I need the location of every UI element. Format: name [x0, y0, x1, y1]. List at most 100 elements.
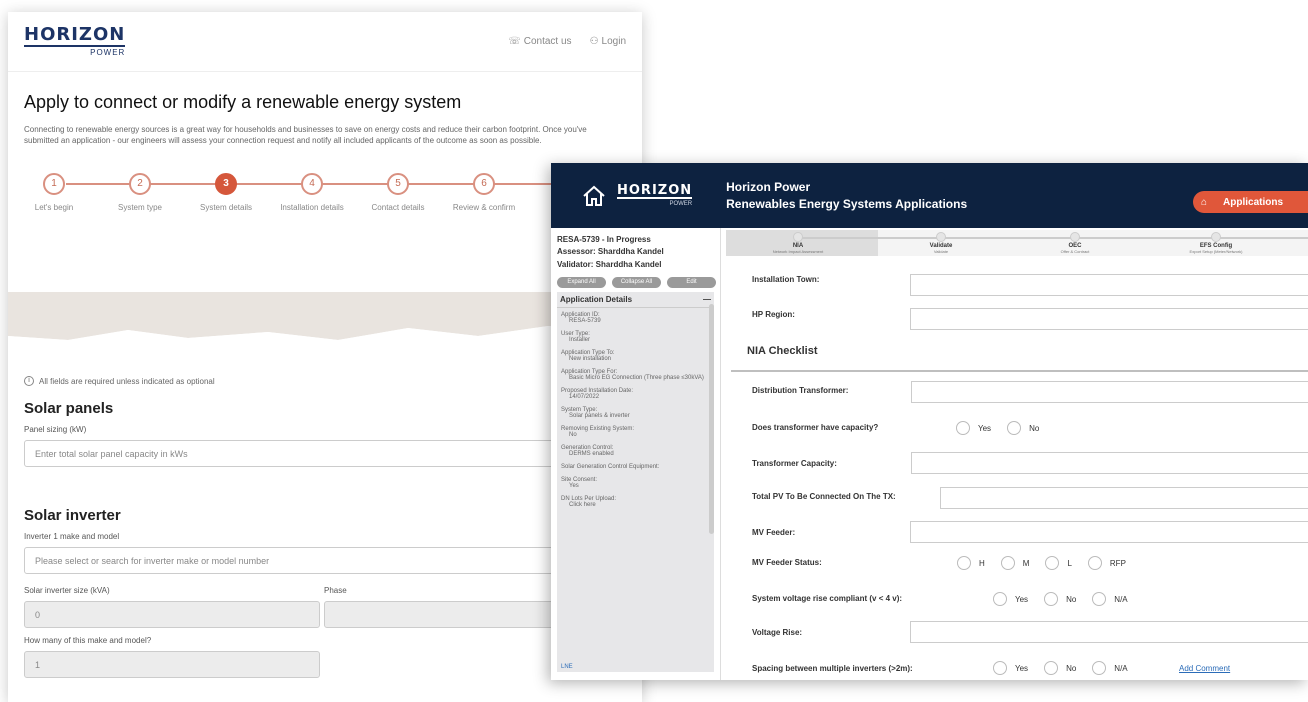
detail-value: RESA-5739 — [569, 318, 601, 325]
panel-footer-link[interactable]: LNE — [561, 664, 573, 670]
step-6[interactable]: 6 Review & confirm — [444, 172, 524, 212]
radio-label: L — [1067, 558, 1072, 568]
mv-feeder-status-option[interactable]: M — [1000, 556, 1030, 570]
step-subtitle: Offer & Contract — [1060, 249, 1090, 254]
inverter-size-value: 0 — [35, 609, 41, 620]
total-pv-input[interactable] — [940, 487, 1308, 509]
mv-feeder-status-option[interactable]: RFP — [1087, 556, 1126, 570]
transformer-capacity-option[interactable]: No — [1007, 421, 1039, 435]
step-number: 1 — [43, 172, 65, 195]
radio-label: No — [1029, 423, 1040, 433]
step-dot — [936, 232, 946, 242]
add-comment-link[interactable]: Add Comment — [1179, 664, 1230, 673]
detail-value: New installation — [569, 356, 612, 363]
radio-circle[interactable] — [993, 592, 1007, 606]
radio-label: M — [1022, 558, 1030, 568]
distribution-transformer-input[interactable] — [911, 381, 1308, 403]
mv-feeder-status-option[interactable]: L — [1045, 556, 1072, 570]
radio-circle[interactable] — [1044, 592, 1059, 606]
required-note-text: All fields are required unless indicated… — [39, 376, 215, 386]
contact-label: Contact us — [523, 36, 572, 47]
detail-item: Site Consent: Yes — [561, 477, 714, 489]
nia-checklist-title: NIA Checklist — [747, 345, 818, 357]
solar-panels-heading: Solar panels — [24, 400, 114, 417]
spacing-option[interactable]: No — [1044, 661, 1076, 675]
radio-circle[interactable] — [1007, 421, 1022, 435]
solar-inverter-heading: Solar inverter — [24, 507, 121, 524]
radio-circle[interactable] — [1044, 661, 1059, 675]
step-number: 2 — [129, 172, 151, 195]
validator-name: Validator: Sharddha Kandel — [557, 259, 662, 269]
mv-feeder-status-option[interactable]: H — [957, 556, 985, 570]
transformer-capacity-label: Transformer Capacity: — [752, 459, 837, 468]
workflow-step-1[interactable]: NIA Network Impact Assessment — [738, 232, 858, 254]
inverter-size-input[interactable]: 0 — [24, 601, 320, 628]
step-2[interactable]: 2 System type — [100, 172, 180, 212]
phone-icon: ☏ — [508, 36, 521, 47]
sidebar-pill-button[interactable]: Edit — [667, 277, 716, 289]
app-logo-text: HORIZON — [617, 183, 693, 199]
mv-feeder-status-radios: H M L RFP — [957, 556, 1142, 570]
radio-circle[interactable] — [1092, 661, 1107, 675]
inverter-make-label: Inverter 1 make and model — [24, 532, 120, 541]
transformer-capacity-option[interactable]: Yes — [956, 421, 991, 435]
radio-circle[interactable] — [956, 421, 970, 435]
horizon-power-logo[interactable]: HORIZON POWER — [24, 24, 126, 57]
mv-feeder-input[interactable] — [910, 521, 1308, 543]
detail-key: Solar Generation Control Equipment: — [561, 464, 660, 471]
page-title: Apply to connect or modify a renewable e… — [24, 92, 462, 112]
collapse-icon[interactable]: — — [703, 295, 711, 304]
radio-label: No — [1066, 594, 1077, 604]
radio-circle[interactable] — [957, 556, 971, 570]
radio-circle[interactable] — [1000, 556, 1015, 570]
home-icon[interactable] — [581, 183, 607, 209]
step-5[interactable]: 5 Contact details — [358, 172, 438, 212]
inverter-make-select[interactable]: Please select or search for inverter mak… — [24, 547, 634, 574]
spacing-option[interactable]: N/A — [1092, 661, 1128, 675]
radio-circle[interactable] — [1087, 556, 1102, 570]
radio-circle[interactable] — [1045, 556, 1060, 570]
quantity-input[interactable]: 1 — [24, 651, 320, 678]
spacing-option[interactable]: Yes — [993, 661, 1028, 675]
detail-value: No — [569, 432, 577, 439]
spacing-radios: Yes No N/A — [993, 661, 1144, 675]
voltage-rise-option[interactable]: No — [1044, 592, 1076, 606]
installation-town-input[interactable] — [910, 274, 1308, 296]
voltage-rise-input[interactable] — [910, 621, 1308, 643]
transformer-capacity-input[interactable] — [911, 452, 1308, 474]
login-link[interactable]: ⚇ Login — [590, 36, 626, 47]
mv-feeder-label: MV Feeder: — [752, 528, 796, 537]
sidebar-action-pills: Expand All Collapse All Edit — [551, 271, 720, 290]
detail-item: Proposed Installation Date: 14/07/2022 — [561, 388, 714, 400]
step-label: System details — [199, 202, 253, 212]
logo-text: HORIZON — [24, 24, 126, 47]
panel-header[interactable]: Application Details — — [557, 292, 714, 309]
contact-link[interactable]: ☏ Contact us — [508, 36, 571, 47]
nia-form: Installation Town: HP Region: NIA Checkl… — [731, 263, 1308, 680]
workflow-step-3[interactable]: OEC Offer & Contract — [1015, 232, 1135, 254]
workflow-step-2[interactable]: Validate Validate — [881, 232, 1001, 254]
radio-circle[interactable] — [993, 661, 1007, 675]
sidebar-pill-button[interactable]: Expand All — [557, 277, 606, 289]
step-3[interactable]: 3 System details — [186, 172, 266, 212]
screenshot-stage: HORIZON POWER ☏ Contact us ⚇ Login Apply t… — [0, 0, 1308, 702]
sidebar-pill-button[interactable]: Collapse All — [612, 277, 661, 289]
hp-region-input[interactable] — [910, 308, 1308, 330]
workflow-step-4[interactable]: EFS Config Export Setup (Meter/Network) — [1156, 232, 1276, 254]
applications-button[interactable]: ⌂ Applications — [1193, 191, 1308, 213]
voltage-rise-option[interactable]: Yes — [993, 592, 1028, 606]
panel-scrollbar[interactable] — [709, 304, 714, 535]
step-dot — [1070, 232, 1080, 242]
step-1[interactable]: 1 Let's begin — [14, 172, 94, 212]
panel-sizing-input[interactable]: Enter total solar panel capacity in kWs — [24, 440, 634, 467]
radio-circle[interactable] — [1092, 592, 1107, 606]
voltage-rise-option[interactable]: N/A — [1092, 592, 1128, 606]
portal-top-bar: HORIZON POWER ☏ Contact us ⚇ Login — [8, 12, 642, 72]
workflow-stepper: NIA Network Impact Assessment Validate Vali… — [726, 228, 1308, 260]
quantity-value: 1 — [35, 659, 41, 670]
detail-item: Application ID: RESA-5739 — [561, 312, 714, 324]
panel-sizing-label: Panel sizing (kW) — [24, 425, 87, 434]
user-icon: ⚇ — [589, 36, 599, 47]
step-4[interactable]: 4 Installation details — [272, 172, 352, 212]
radio-label: Yes — [1015, 663, 1029, 673]
